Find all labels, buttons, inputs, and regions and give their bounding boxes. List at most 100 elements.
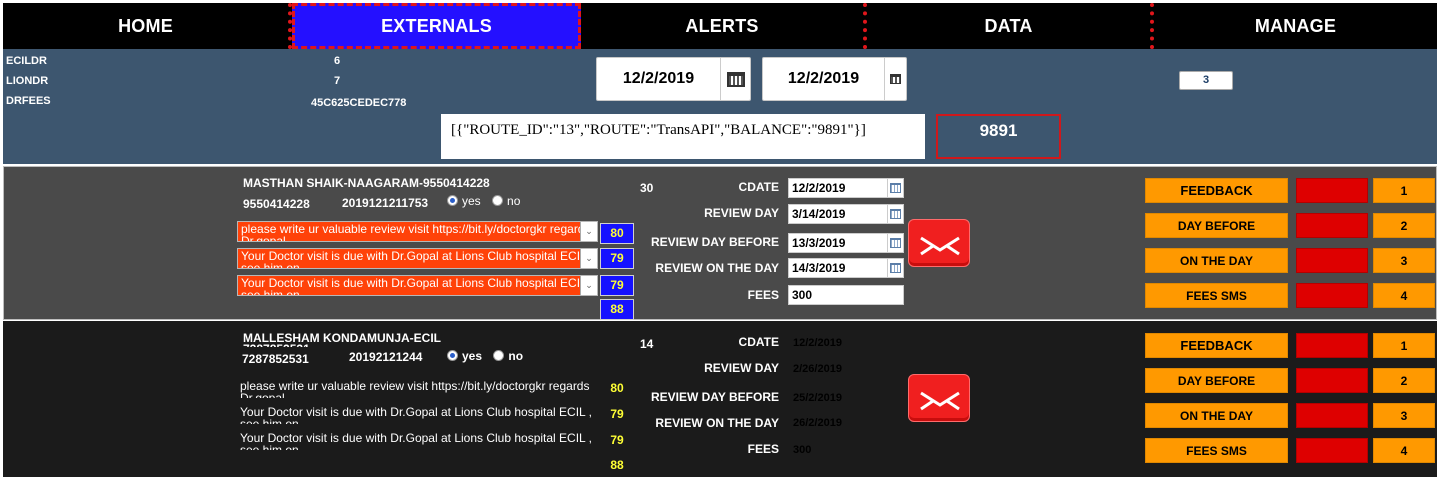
- on-the-day-button[interactable]: ON THE DAY: [1145, 403, 1288, 428]
- feedback-status[interactable]: [1296, 333, 1368, 358]
- calendar-icon[interactable]: [887, 205, 903, 223]
- date-to-input[interactable]: 12/2/2019: [762, 57, 907, 101]
- fees-sms-status[interactable]: [1296, 438, 1368, 463]
- on-the-day-button[interactable]: ON THE DAY: [1145, 248, 1288, 273]
- radio-group: yes no: [447, 349, 523, 363]
- radio-yes[interactable]: [447, 350, 458, 361]
- message-select[interactable]: Your Doctor visit is due with Dr.Gopal a…: [237, 248, 598, 269]
- ecildr-label: ECILDR: [6, 55, 47, 67]
- message-select[interactable]: Your Doctor visit is due with Dr.Gopal a…: [237, 431, 598, 450]
- liondr-value: 7: [334, 75, 341, 87]
- tab-home[interactable]: HOME: [3, 3, 292, 49]
- chevron-down-icon[interactable]: ⌄: [580, 249, 597, 268]
- chevron-down-icon[interactable]: ⌄: [580, 276, 597, 295]
- cdate-input[interactable]: 12/2/2019: [788, 178, 904, 198]
- day-before-status[interactable]: [1296, 213, 1368, 238]
- balance-box: 9891: [936, 114, 1061, 159]
- calendar-icon[interactable]: [887, 234, 903, 252]
- fees-sms-count: 4: [1373, 438, 1435, 463]
- message-text: please write ur valuable review visit ht…: [241, 222, 591, 242]
- feedback-button[interactable]: FEEDBACK: [1145, 178, 1288, 203]
- send-mail-button[interactable]: [908, 219, 970, 267]
- tab-data[interactable]: DATA: [867, 3, 1154, 49]
- on-the-day-count: 3: [1373, 248, 1435, 273]
- message-length: 88: [600, 299, 634, 320]
- tab-manage[interactable]: MANAGE: [1154, 3, 1437, 49]
- day-before-status[interactable]: [1296, 368, 1368, 393]
- feedback-count: 1: [1373, 178, 1435, 203]
- review-day-before-label: REVIEW DAY BEFORE: [650, 235, 779, 249]
- on-the-day-status[interactable]: [1296, 248, 1368, 273]
- tab-externals[interactable]: EXTERNALS: [292, 3, 581, 49]
- fees-sms-status[interactable]: [1296, 283, 1368, 308]
- envelope-icon: [920, 236, 960, 256]
- day-before-button[interactable]: DAY BEFORE: [1145, 368, 1288, 393]
- radio-no-label: no: [508, 349, 524, 363]
- radio-yes-label: yes: [462, 349, 483, 363]
- review-on-the-day-value: 14/3/2019: [792, 261, 846, 275]
- day-before-count: 2: [1373, 213, 1435, 238]
- top-nav: HOME EXTERNALS ALERTS DATA MANAGE: [3, 3, 1437, 49]
- review-on-the-day-label: REVIEW ON THE DAY: [655, 261, 779, 275]
- message-text: Your Doctor visit is due with Dr.Gopal a…: [241, 249, 593, 269]
- message-select[interactable]: please write ur valuable review visit ht…: [237, 221, 598, 242]
- ecildr-value: 6: [334, 55, 341, 67]
- review-day-input[interactable]: 3/14/2019: [788, 204, 904, 224]
- review-on-the-day-value: 26/2/2019: [793, 417, 842, 429]
- patient-subtitle: 7287852531: [243, 342, 310, 347]
- day-before-count: 2: [1373, 368, 1435, 393]
- message-text: Your Doctor visit is due with Dr.Gopal a…: [240, 431, 592, 450]
- envelope-icon: [920, 391, 960, 411]
- feedback-count: 1: [1373, 333, 1435, 358]
- review-day-before-value: 25/2/2019: [793, 392, 842, 404]
- liondr-label: LIONDR: [6, 75, 49, 87]
- message-select[interactable]: Your Doctor visit is due with Dr.Gopal a…: [237, 275, 598, 296]
- patient-phone: 9550414228: [243, 197, 310, 211]
- patient-title: MASTHAN SHAIK-NAAGARAM-9550414228: [243, 176, 490, 190]
- message-text: Your Doctor visit is due with Dr.Gopal a…: [241, 276, 593, 296]
- review-on-the-day-label: REVIEW ON THE DAY: [655, 416, 779, 430]
- message-select[interactable]: Your Doctor visit is due with Dr.Gopal a…: [237, 405, 598, 424]
- send-mail-button[interactable]: [908, 374, 970, 422]
- cdate-label: CDATE: [738, 180, 779, 194]
- message-text: Your Doctor visit is due with Dr.Gopal a…: [240, 405, 592, 424]
- review-day-value: 3/14/2019: [792, 207, 846, 221]
- review-day-value: 2/26/2019: [793, 363, 842, 375]
- message-select[interactable]: please write ur valuable review visit ht…: [237, 379, 598, 398]
- review-on-the-day-input[interactable]: 14/3/2019: [788, 258, 904, 278]
- cdate-value: 12/2/2019: [792, 181, 846, 195]
- day-before-button[interactable]: DAY BEFORE: [1145, 213, 1288, 238]
- on-the-day-status[interactable]: [1296, 403, 1368, 428]
- radio-no[interactable]: [492, 195, 504, 206]
- feedback-button[interactable]: FEEDBACK: [1145, 333, 1288, 358]
- chevron-down-icon[interactable]: ⌄: [580, 222, 597, 241]
- review-day-before-input[interactable]: 13/3/2019: [788, 233, 904, 253]
- calendar-icon[interactable]: [720, 58, 750, 100]
- fees-input[interactable]: 300: [788, 285, 904, 305]
- radio-yes-label: yes: [462, 194, 481, 208]
- count-field[interactable]: 3: [1179, 71, 1233, 90]
- fees-sms-count: 4: [1373, 283, 1435, 308]
- calendar-icon[interactable]: [884, 58, 906, 100]
- review-day-label: REVIEW DAY: [704, 206, 779, 220]
- fees-label: FEES: [747, 288, 779, 302]
- drfees-value: 45C625CEDEC778: [311, 97, 407, 109]
- cdate-label: CDATE: [738, 335, 779, 349]
- feedback-status[interactable]: [1296, 178, 1368, 203]
- fees-sms-button[interactable]: FEES SMS: [1145, 438, 1288, 463]
- calendar-icon[interactable]: [887, 259, 903, 277]
- radio-no[interactable]: [493, 350, 505, 361]
- radio-yes[interactable]: [447, 195, 458, 206]
- tab-alerts[interactable]: ALERTS: [581, 3, 867, 49]
- radio-group: yes no: [447, 194, 520, 208]
- review-day-label: REVIEW DAY: [704, 361, 779, 375]
- api-response-box: [{"ROUTE_ID":"13","ROUTE":"TransAPI","BA…: [441, 114, 925, 159]
- radio-no-label: no: [507, 194, 521, 208]
- patient-id: 2019121211753: [342, 196, 429, 210]
- calendar-icon[interactable]: [887, 179, 903, 197]
- date-from-input[interactable]: 12/2/2019: [596, 57, 751, 101]
- patient-id: 20192121244: [349, 350, 423, 364]
- fees-sms-button[interactable]: FEES SMS: [1145, 283, 1288, 308]
- message-length: 88: [610, 458, 624, 472]
- on-the-day-count: 3: [1373, 403, 1435, 428]
